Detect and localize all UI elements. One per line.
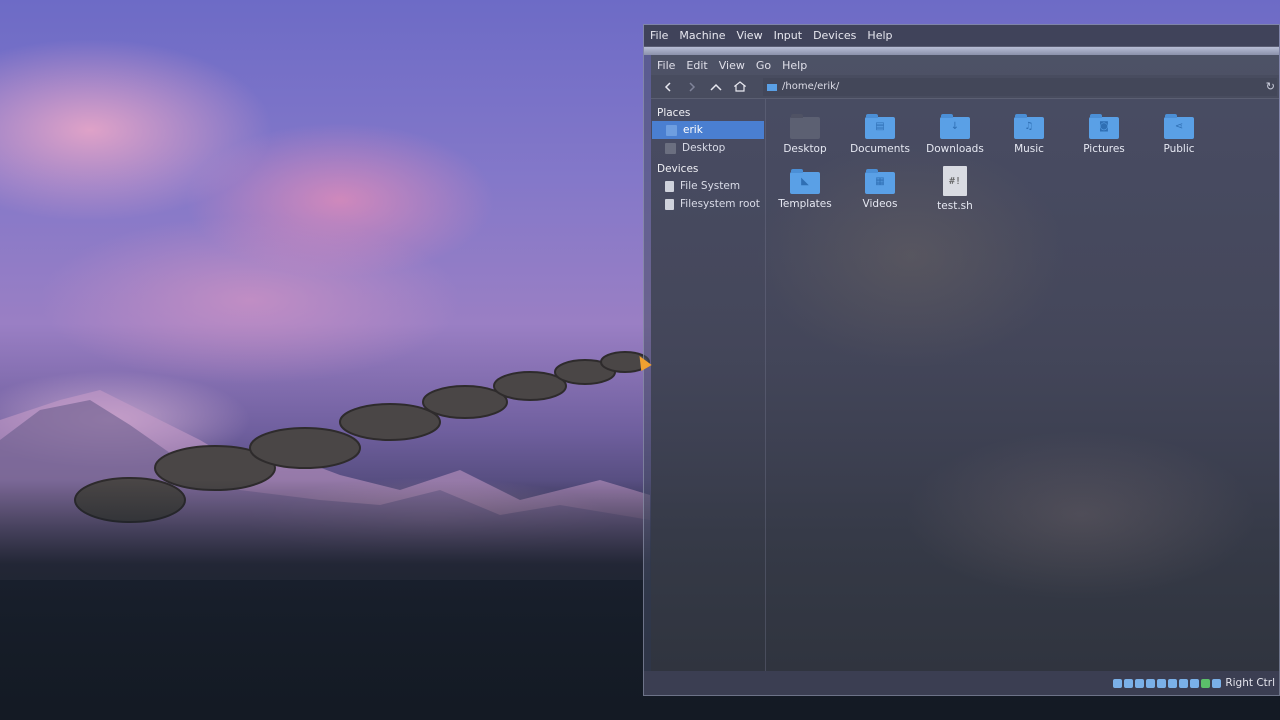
file-item-label: Pictures — [1083, 143, 1125, 155]
display-icon[interactable] — [1179, 678, 1189, 688]
hard-disk-icon[interactable] — [1113, 678, 1123, 688]
file-item-public[interactable]: ⋖ Public — [1142, 114, 1216, 155]
network-icon[interactable] — [1146, 678, 1156, 688]
file-item-music[interactable]: ♫ Music — [992, 114, 1066, 155]
music-folder-icon: ♫ — [1014, 114, 1044, 139]
vm-menu-machine[interactable]: Machine — [679, 29, 725, 42]
sidebar-item-erik[interactable]: erik — [652, 121, 764, 139]
usb-icon[interactable] — [1157, 678, 1167, 688]
optical-drive-icon[interactable] — [1124, 678, 1134, 688]
vm-status-icons — [1113, 678, 1222, 688]
sidebar-item-label: File System — [680, 180, 741, 192]
sidebar-item-filesystem-root[interactable]: Filesystem root — [651, 195, 765, 213]
chevron-right-icon — [689, 81, 696, 92]
file-item-label: Desktop — [783, 143, 827, 155]
file-item-videos[interactable]: ▦ Videos — [843, 169, 917, 210]
file-item-label: Music — [1014, 143, 1044, 155]
file-item-label: Templates — [778, 198, 832, 210]
desktop-folder-icon — [665, 142, 676, 154]
sidebar-item-label: Desktop — [682, 142, 726, 154]
sidebar-item-label: Filesystem root — [680, 198, 760, 210]
shared-folder-icon[interactable] — [1168, 678, 1178, 688]
file-item-label: Videos — [862, 198, 898, 210]
sidebar-item-label: erik — [683, 124, 703, 136]
shell-script-icon: #! — [943, 166, 967, 196]
file-item-pictures[interactable]: ◙ Pictures — [1067, 114, 1141, 155]
file-grid: Desktop ▤ Documents ↓ Downloads ♫ Music … — [766, 99, 1279, 671]
drive-icon — [665, 198, 674, 210]
file-item-documents[interactable]: ▤ Documents — [843, 114, 917, 155]
desktop-folder-icon — [790, 114, 820, 139]
fm-menu-view[interactable]: View — [719, 59, 745, 72]
home-button[interactable] — [731, 78, 749, 96]
location-bar[interactable]: /home/erik/ ↻ — [763, 77, 1277, 96]
pictures-folder-icon: ◙ — [1089, 114, 1119, 139]
forward-button[interactable] — [683, 78, 701, 96]
home-icon — [734, 81, 746, 92]
fm-body: Places erik Desktop Devices File System … — [651, 99, 1279, 671]
guest-file-manager: File Edit View Go Help /home/erik/ ↻ Pla… — [651, 55, 1279, 671]
places-header: Places — [657, 107, 691, 119]
vm-menu-help[interactable]: Help — [867, 29, 892, 42]
file-item-templates[interactable]: ◣ Templates — [768, 169, 842, 210]
recording-icon[interactable] — [1190, 678, 1200, 688]
host-key-label: Right Ctrl — [1225, 677, 1275, 689]
back-button[interactable] — [659, 78, 677, 96]
drive-icon — [665, 180, 674, 192]
vm-menubar: File Machine View Input Devices Help — [644, 25, 1279, 47]
vm-menu-devices[interactable]: Devices — [813, 29, 856, 42]
location-path: /home/erik/ — [782, 81, 840, 92]
fm-menu-edit[interactable]: Edit — [686, 59, 707, 72]
vm-menu-view[interactable]: View — [736, 29, 762, 42]
fm-menu-file[interactable]: File — [657, 59, 675, 72]
file-item-downloads[interactable]: ↓ Downloads — [918, 114, 992, 155]
chevron-up-icon — [710, 83, 722, 91]
videos-folder-icon: ▦ — [865, 169, 895, 194]
folder-icon — [767, 83, 777, 91]
fm-sidebar: Places erik Desktop Devices File System … — [651, 99, 766, 671]
file-item-label: Public — [1163, 143, 1195, 155]
sidebar-item-desktop[interactable]: Desktop — [651, 139, 765, 157]
home-folder-icon — [666, 124, 677, 136]
fm-menu-help[interactable]: Help — [782, 59, 807, 72]
devices-header: Devices — [657, 163, 699, 175]
file-item-desktop[interactable]: Desktop — [768, 114, 842, 155]
refresh-icon[interactable]: ↻ — [1266, 80, 1275, 93]
vm-guest-top-panel — [644, 47, 1279, 55]
documents-folder-icon: ▤ — [865, 114, 895, 139]
downloads-folder-icon: ↓ — [940, 114, 970, 139]
file-item-label: test.sh — [937, 200, 973, 212]
vm-menu-input[interactable]: Input — [774, 29, 802, 42]
public-folder-icon: ⋖ — [1164, 114, 1194, 139]
file-item-label: Documents — [850, 143, 910, 155]
fm-menubar: File Edit View Go Help — [651, 55, 1279, 75]
file-item-test-sh[interactable]: #! test.sh — [918, 166, 992, 212]
vm-window[interactable]: File Machine View Input Devices Help Fil… — [643, 24, 1280, 696]
audio-icon[interactable] — [1135, 678, 1145, 688]
chevron-left-icon — [664, 81, 671, 92]
fm-toolbar: /home/erik/ ↻ — [651, 75, 1279, 99]
sidebar-item-file-system[interactable]: File System — [651, 177, 765, 195]
vm-status-bar: Right Ctrl — [644, 671, 1279, 695]
mouse-integration-icon[interactable] — [1212, 678, 1222, 688]
cpu-activity-icon[interactable] — [1201, 678, 1211, 688]
fm-menu-go[interactable]: Go — [756, 59, 771, 72]
vm-menu-file[interactable]: File — [650, 29, 668, 42]
file-item-label: Downloads — [926, 143, 984, 155]
templates-folder-icon: ◣ — [790, 169, 820, 194]
up-button[interactable] — [707, 78, 725, 96]
